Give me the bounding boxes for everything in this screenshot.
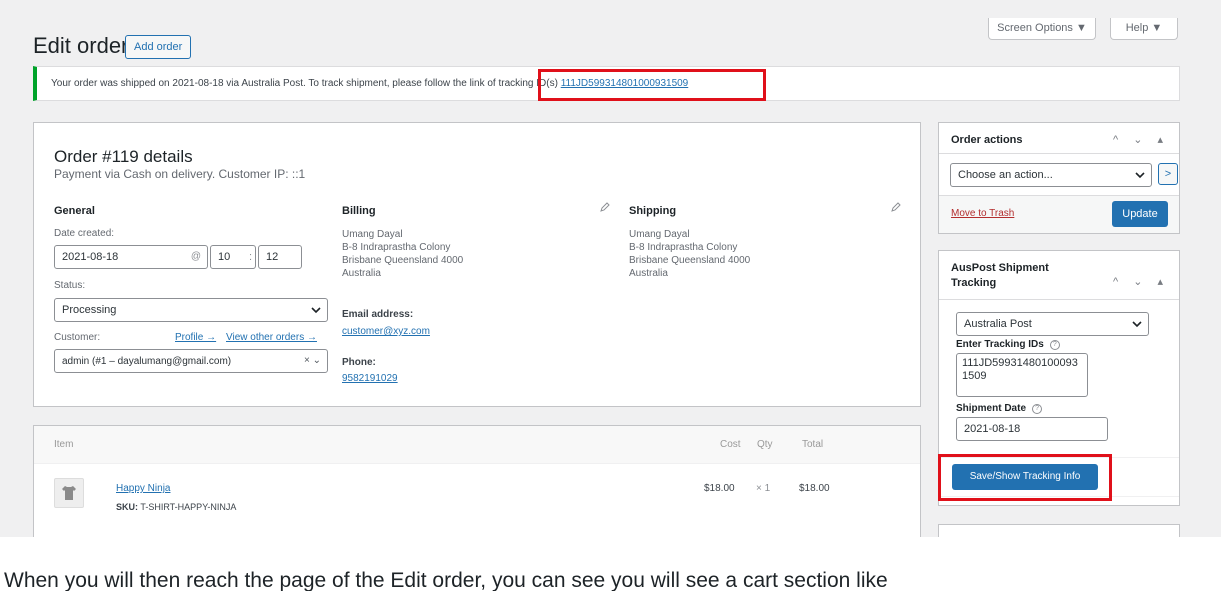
chevron-down-icon	[311, 299, 321, 329]
email-label: Email address:	[342, 309, 414, 320]
auspost-title-line: AusPost Shipment	[951, 262, 1049, 274]
notice-text: Your order was shipped on 2021-08-18 via…	[51, 78, 561, 89]
billing-address: Umang Dayal B-8 Indraprastha Colony Bris…	[342, 228, 463, 280]
screen-options-button[interactable]: Screen Options ▼	[988, 18, 1096, 40]
customer-clear-and-chevron[interactable]: × ⌄	[304, 350, 321, 372]
move-to-trash-link[interactable]: Move to Trash	[951, 208, 1014, 219]
status-select[interactable]: Processing	[54, 298, 328, 322]
divider	[939, 153, 1179, 154]
customer-value: admin (#1 – dayalumang@gmail.com)	[62, 356, 232, 367]
chevron-down-icon	[1132, 313, 1142, 343]
edit-shipping-pencil-icon[interactable]	[890, 202, 901, 216]
update-button[interactable]: Update	[1112, 201, 1168, 227]
total-column-header: Total	[802, 439, 824, 450]
shipment-date-label-text: Shipment Date	[956, 403, 1027, 414]
billing-email-link[interactable]: customer@xyz.com	[342, 326, 430, 337]
order-action-select[interactable]: Choose an action...	[950, 163, 1152, 187]
shipping-heading: Shipping	[629, 205, 677, 217]
shipping-address: Umang Dayal B-8 Indraprastha Colony Bris…	[629, 228, 750, 280]
page-title: Edit order	[33, 33, 129, 58]
billing-line: Umang Dayal	[342, 229, 403, 240]
product-sku: SKU: T-SHIRT-HAPPY-NINJA	[116, 502, 236, 512]
customer-label: Customer:	[54, 332, 101, 343]
next-sidebar-panel	[938, 524, 1180, 537]
date-created-value: 2021-08-18	[62, 251, 119, 263]
order-actions-title: Order actions	[951, 134, 1023, 146]
profile-link[interactable]: Profile →	[175, 332, 216, 343]
status-label: Status:	[54, 280, 86, 291]
highlight-box-save-button	[938, 454, 1112, 501]
qty-column-header: Qty	[757, 439, 773, 450]
item-total: $18.00	[799, 483, 830, 494]
carrier-select[interactable]: Australia Post	[956, 312, 1149, 336]
item-qty: × 1	[756, 483, 771, 494]
status-value: Processing	[62, 304, 117, 316]
sku-value: T-SHIRT-HAPPY-NINJA	[140, 502, 237, 512]
product-thumbnail	[54, 478, 84, 508]
cost-column-header: Cost	[720, 439, 741, 450]
shipping-line: Umang Dayal	[629, 229, 690, 240]
highlight-box-tracking-link	[538, 69, 766, 101]
customer-select[interactable]: admin (#1 – dayalumang@gmail.com) × ⌄	[54, 349, 328, 373]
tutorial-caption: When you will then reach the page of the…	[0, 551, 1221, 591]
billing-heading: Billing	[342, 205, 376, 217]
help-button[interactable]: Help ▼	[1110, 18, 1178, 40]
shipping-line: Australia	[629, 268, 668, 279]
tracking-ids-label: Enter Tracking IDs?	[956, 339, 1060, 350]
divider	[939, 299, 1179, 300]
order-action-value: Choose an action...	[958, 169, 1053, 181]
time-colon: :	[248, 251, 252, 263]
edit-billing-pencil-icon[interactable]	[599, 202, 610, 216]
date-created-label: Date created:	[54, 228, 115, 239]
auspost-title-line: Tracking	[951, 277, 997, 289]
add-order-button[interactable]: Add order	[125, 35, 192, 59]
order-items-panel: Item Cost Qty Total Happy Ninja SKU: T-S…	[33, 425, 921, 537]
panel-toggle-arrows-icon[interactable]: ^ ⌄ ▴	[1113, 133, 1169, 146]
product-name-link[interactable]: Happy Ninja	[116, 483, 170, 494]
sku-label: SKU:	[116, 502, 138, 512]
order-title: Order #119 details	[54, 147, 193, 166]
item-column-header: Item	[54, 439, 74, 450]
shipping-line: B-8 Indraprastha Colony	[629, 242, 738, 253]
billing-line: B-8 Indraprastha Colony	[342, 242, 451, 253]
shipment-date-label: Shipment Date?	[956, 403, 1043, 414]
carrier-value: Australia Post	[964, 318, 1032, 330]
tshirt-icon	[62, 486, 76, 500]
panel-toggle-arrows-icon[interactable]: ^ ⌄ ▴	[1113, 275, 1169, 288]
chevron-down-icon	[1135, 164, 1145, 194]
phone-label: Phone:	[342, 357, 376, 368]
order-actions-panel: Order actions ^ ⌄ ▴ Choose an action... …	[938, 122, 1180, 234]
general-heading: General	[54, 205, 95, 217]
order-details-panel: Order #119 details Payment via Cash on d…	[33, 122, 921, 407]
help-icon[interactable]: ?	[1049, 340, 1060, 350]
shipment-date-input[interactable]: 2021-08-18	[956, 417, 1108, 441]
hour-input[interactable]: 10 :	[210, 245, 256, 269]
item-cost: $18.00	[704, 483, 735, 494]
tracking-ids-textarea[interactable]: 111JD599314801000931509	[956, 353, 1088, 397]
help-icon[interactable]: ?	[1032, 404, 1043, 414]
auspost-panel-title: AusPost Shipment Tracking	[951, 261, 1049, 291]
date-created-input[interactable]: 2021-08-18 @	[54, 245, 208, 269]
billing-phone-link[interactable]: 9582191029	[342, 373, 398, 384]
hour-value: 10	[218, 251, 231, 263]
billing-line: Brisbane Queensland 4000	[342, 255, 464, 266]
caption-text: When you will then reach the page of the…	[4, 569, 888, 591]
view-other-orders-link[interactable]: View other orders →	[226, 332, 317, 343]
tracking-ids-label-text: Enter Tracking IDs	[956, 339, 1044, 350]
order-subtitle: Payment via Cash on delivery. Customer I…	[54, 167, 306, 181]
billing-line: Australia	[342, 268, 381, 279]
apply-action-button[interactable]: >	[1158, 163, 1178, 185]
minute-input[interactable]: 12	[258, 245, 302, 269]
at-sign: @	[190, 251, 201, 262]
wp-admin-screen: Screen Options ▼ Help ▼ Edit order Add o…	[0, 0, 1221, 537]
items-table-header: Item Cost Qty Total	[34, 426, 920, 464]
shipping-line: Brisbane Queensland 4000	[629, 255, 751, 266]
